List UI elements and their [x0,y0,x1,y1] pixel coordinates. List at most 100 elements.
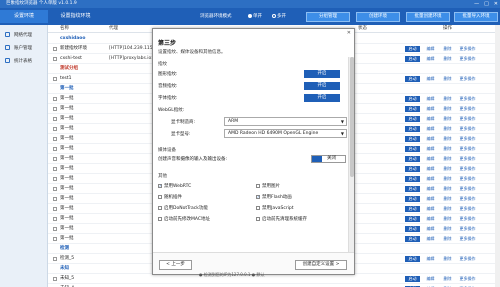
option-checkbox[interactable]: 启用DoNotTrack功能 [158,205,208,211]
start-button[interactable]: 启动 [405,126,420,132]
row-checkbox[interactable] [53,257,57,261]
edit-button[interactable]: 编辑 [424,76,437,82]
audio-fp-toggle[interactable]: 开启 [304,82,340,90]
edit-button[interactable]: 编辑 [424,126,437,132]
group-manage-button[interactable]: 分组管理 [306,12,350,22]
edit-button[interactable]: 编辑 [424,136,437,142]
sidebar-item-accounts[interactable]: 账户管理 [0,41,47,54]
dialog-scrollbar[interactable] [348,57,354,254]
row-checkbox[interactable] [53,107,57,111]
edit-button[interactable]: 编辑 [424,56,437,62]
maximize-icon[interactable]: □ [484,0,489,8]
delete-button[interactable]: 删除 [441,146,454,152]
edit-button[interactable]: 编辑 [424,156,437,162]
option-checkbox[interactable]: 禁用JavaScript [256,205,294,211]
delete-button[interactable]: 删除 [441,156,454,162]
more-actions-button[interactable]: 更多操作 [458,156,477,162]
font-fp-toggle[interactable]: 开启 [304,94,340,102]
edit-button[interactable]: 编辑 [424,46,437,52]
start-button[interactable]: 启动 [405,206,420,212]
row-checkbox[interactable] [53,57,57,61]
create-custom-settings-button[interactable]: 创建自定义设置 > [295,260,347,270]
row-checkbox[interactable] [53,177,57,181]
row-checkbox[interactable] [53,217,57,221]
row-checkbox[interactable] [53,147,57,151]
canvas-fp-toggle[interactable]: 开启 [304,70,340,78]
start-button[interactable]: 启动 [405,96,420,102]
option-checkbox[interactable]: 启动前先清理系统缓存 [256,216,307,222]
delete-button[interactable]: 删除 [441,226,454,232]
more-actions-button[interactable]: 更多操作 [458,216,477,222]
more-actions-button[interactable]: 更多操作 [458,76,477,82]
media-toggle[interactable]: 关闭 [311,155,346,163]
more-actions-button[interactable]: 更多操作 [458,226,477,232]
edit-button[interactable]: 编辑 [424,146,437,152]
row-checkbox[interactable] [53,207,57,211]
delete-button[interactable]: 删除 [441,46,454,52]
edit-button[interactable]: 编辑 [424,276,437,282]
start-button[interactable]: 启动 [405,216,420,222]
close-icon[interactable]: ✕ [347,30,351,36]
row-checkbox[interactable] [53,77,57,81]
start-button[interactable]: 启动 [405,166,420,172]
start-button[interactable]: 启动 [405,226,420,232]
edit-button[interactable]: 编辑 [424,96,437,102]
delete-button[interactable]: 删除 [441,206,454,212]
more-actions-button[interactable]: 更多操作 [458,146,477,152]
start-button[interactable]: 启动 [405,186,420,192]
delete-button[interactable]: 删除 [441,196,454,202]
more-actions-button[interactable]: 更多操作 [458,136,477,142]
start-button[interactable]: 启动 [405,106,420,112]
close-window-icon[interactable]: ✕ [494,0,498,8]
start-button[interactable]: 启动 [405,276,420,282]
edit-button[interactable]: 编辑 [424,206,437,212]
more-actions-button[interactable]: 更多操作 [458,166,477,172]
table-row[interactable]: 未知_5 启动 编辑 删除 更多操作 [48,274,500,284]
row-checkbox[interactable] [53,157,57,161]
more-actions-button[interactable]: 更多操作 [458,206,477,212]
option-checkbox[interactable]: 随机插件 [158,194,182,200]
more-actions-button[interactable]: 更多操作 [458,186,477,192]
gpu-vendor-select[interactable]: ARM ▼ [224,117,347,126]
edit-button[interactable]: 编辑 [424,186,437,192]
more-actions-button[interactable]: 更多操作 [458,256,477,262]
delete-button[interactable]: 删除 [441,216,454,222]
batch-import-button[interactable]: 批量导入环境 [454,12,498,22]
option-checkbox[interactable]: 启动前先修改MAC地址 [158,216,210,222]
scrollbar-thumb[interactable] [350,57,354,177]
more-actions-button[interactable]: 更多操作 [458,46,477,52]
edit-button[interactable]: 编辑 [424,116,437,122]
delete-button[interactable]: 删除 [441,126,454,132]
edit-button[interactable]: 编辑 [424,216,437,222]
more-actions-button[interactable]: 更多操作 [458,106,477,112]
start-button[interactable]: 启动 [405,176,420,182]
option-checkbox[interactable]: ✓ 禁用WebRTC [158,183,191,189]
delete-button[interactable]: 删除 [441,186,454,192]
row-checkbox[interactable] [53,97,57,101]
start-button[interactable]: 启动 [405,136,420,142]
row-checkbox[interactable] [53,187,57,191]
edit-button[interactable]: 编辑 [424,196,437,202]
sidebar-item-stats[interactable]: 统计表格 [0,54,47,67]
start-button[interactable]: 启动 [405,56,420,62]
edit-button[interactable]: 编辑 [424,166,437,172]
more-actions-button[interactable]: 更多操作 [458,196,477,202]
edit-button[interactable]: 编辑 [424,226,437,232]
delete-button[interactable]: 删除 [441,96,454,102]
row-checkbox[interactable] [53,197,57,201]
tab-environment[interactable]: 设置环境 [0,10,48,23]
edit-button[interactable]: 编辑 [424,236,437,242]
row-checkbox[interactable] [53,227,57,231]
batch-create-button[interactable]: 批量创建环境 [406,12,450,22]
delete-button[interactable]: 删除 [441,116,454,122]
create-env-button[interactable]: 创建环境 [356,12,400,22]
row-checkbox[interactable] [53,127,57,131]
more-actions-button[interactable]: 更多操作 [458,176,477,182]
start-button[interactable]: 启动 [405,196,420,202]
more-actions-button[interactable]: 更多操作 [458,116,477,122]
delete-button[interactable]: 删除 [441,256,454,262]
radio-single[interactable]: 单开 [248,13,262,19]
more-actions-button[interactable]: 更多操作 [458,96,477,102]
delete-button[interactable]: 删除 [441,76,454,82]
row-checkbox[interactable] [53,277,57,281]
